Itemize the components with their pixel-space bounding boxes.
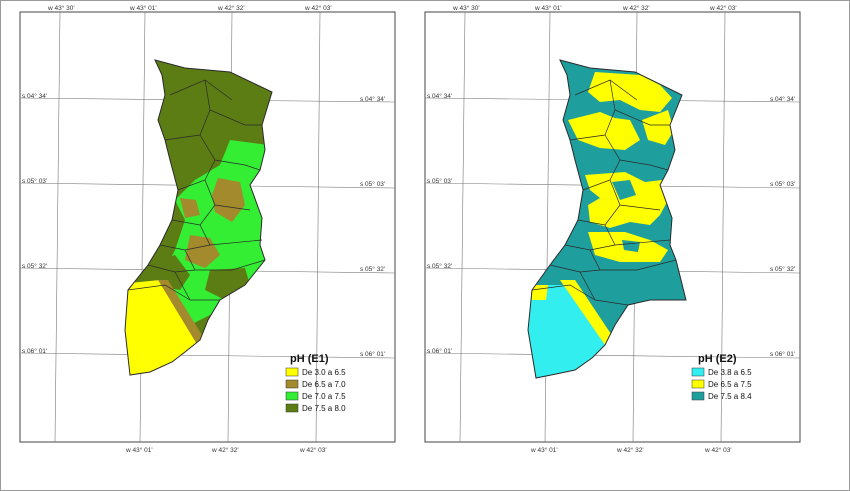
tick-top-1: w 43° 30': [47, 4, 75, 12]
meridian-line: [459, 11, 466, 443]
legend-label: De 7.5 a 8.0: [302, 404, 346, 413]
tick-right-4: s 06° 01': [770, 350, 795, 358]
tick-top-4: w 42° 03': [304, 4, 332, 12]
tick-top-3: w 42° 32': [622, 4, 650, 12]
meridian-line: [139, 11, 146, 443]
meridian-line: [54, 11, 61, 443]
legend-label: De 7.0 a 7.5: [302, 392, 346, 401]
legend-title: pH (E1): [290, 353, 329, 365]
map-panel-e2: w 43° 30' w 43° 01' w 42° 32' w 42° 03' …: [424, 4, 801, 454]
legend-swatch: [285, 403, 299, 413]
legend-title: pH (E2): [698, 353, 737, 365]
tick-bottom-3: w 42° 03': [299, 446, 327, 454]
tick-right-2: s 05° 03': [770, 180, 795, 188]
map-panel-e1: w 43° 30' w 43° 01' w 42° 32' w 42° 03' …: [19, 4, 396, 454]
legend-swatch: [691, 391, 705, 401]
tick-right-3: s 05° 32': [770, 265, 795, 273]
tick-bottom-2: w 42° 32': [616, 446, 644, 454]
legend-swatch: [691, 367, 705, 377]
tick-right-3: s 05° 32': [360, 265, 385, 273]
legend-swatch: [285, 367, 299, 377]
tick-left-4: s 06° 01': [427, 347, 452, 355]
tick-right-1: s 04° 34': [360, 95, 385, 103]
meridian-line: [720, 11, 726, 443]
tick-right-4: s 06° 01': [360, 350, 385, 358]
tick-top-2: w 43° 01': [534, 4, 562, 12]
tick-top-2: w 43° 01': [129, 4, 157, 12]
parallel-line: [424, 352, 801, 359]
legend-swatch: [285, 379, 299, 389]
parallel-line: [19, 352, 396, 359]
tick-bottom-1: w 43° 01': [530, 446, 558, 454]
meridian-line: [315, 11, 321, 443]
tick-top-1: w 43° 30': [452, 4, 480, 12]
tick-left-3: s 05° 32': [22, 262, 47, 270]
map-canvas: w 43° 30' w 43° 01' w 42° 32' w 42° 03' …: [19, 4, 801, 454]
tick-right-1: s 04° 34': [770, 95, 795, 103]
class-6-5-7-5-area: [530, 285, 548, 300]
legend-swatch: [285, 391, 299, 401]
meridian-line: [544, 11, 551, 443]
tick-left-4: s 06° 01': [22, 347, 47, 355]
tick-left-2: s 05° 03': [427, 177, 452, 185]
legend-label: De 6.5 a 7.0: [302, 380, 346, 389]
tick-top-3: w 42° 32': [217, 4, 245, 12]
tick-top-4: w 42° 03': [709, 4, 737, 12]
tick-right-2: s 05° 03': [360, 180, 385, 188]
tick-left-1: s 04° 34': [427, 92, 452, 100]
tick-bottom-2: w 42° 32': [211, 446, 239, 454]
legend-label: De 7.5 a 8.4: [708, 392, 752, 401]
tick-bottom-3: w 42° 03': [704, 446, 732, 454]
tick-left-1: s 04° 34': [22, 92, 47, 100]
tick-left-3: s 05° 32': [427, 262, 452, 270]
legend-e2: pH (E2) De 3.8 a 6.5 De 6.5 a 7.5 De 7.5…: [691, 353, 752, 401]
tick-left-2: s 05° 03': [22, 177, 47, 185]
legend-swatch: [691, 379, 705, 389]
legend-e1: pH (E1) De 3.0 a 6.5 De 6.5 a 7.0 De 7.0…: [285, 353, 346, 413]
legend-label: De 3.8 a 6.5: [708, 368, 752, 377]
legend-label: De 3.0 a 6.5: [302, 368, 346, 377]
tick-bottom-1: w 43° 01': [125, 446, 153, 454]
legend-label: De 6.5 a 7.5: [708, 380, 752, 389]
